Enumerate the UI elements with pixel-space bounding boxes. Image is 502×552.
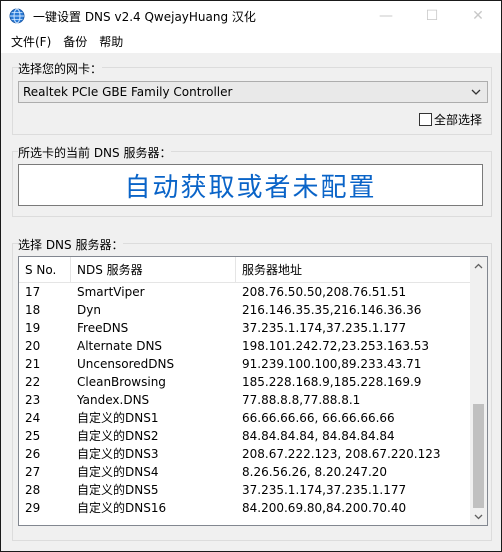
current-dns-display: 自动获取或者未配置 [18, 164, 483, 206]
list-scrollbar[interactable] [470, 257, 487, 525]
scroll-thumb[interactable] [473, 404, 484, 508]
nic-select[interactable]: Realtek PCIe GBE Family Controller [18, 81, 488, 103]
minimize-button[interactable]: — [363, 1, 409, 31]
row-sno: 17 [25, 285, 41, 299]
row-server: 自定义的DNS1 [77, 411, 159, 425]
list-rows: 17 SmartViper 208.76.50.50,208.76.51.51 18… [19, 283, 471, 517]
window-controls: — ☐ ✕ [363, 1, 501, 31]
row-sno: 21 [25, 357, 41, 371]
nic-group-label: 选择您的网卡： [18, 60, 103, 77]
table-row[interactable]: 24 自定义的DNS1 66.66.66.66, 66.66.66.66 [19, 409, 471, 427]
row-address: 37.235.1.174,37.235.1.177 [242, 321, 407, 335]
table-row[interactable]: 17 SmartViper 208.76.50.50,208.76.51.51 [19, 283, 471, 301]
chevron-down-icon [469, 85, 483, 99]
close-button[interactable]: ✕ [455, 1, 501, 31]
row-address: 84.200.69.80,84.200.70.40 [242, 501, 407, 515]
table-row[interactable]: 19 FreeDNS 37.235.1.174,37.235.1.177 [19, 319, 471, 337]
table-row[interactable]: 25 自定义的DNS2 84.84.84.84, 84.84.84.84 [19, 427, 471, 445]
table-row[interactable]: 21 UncensoredDNS 91.239.100.100,89.233.43.… [19, 355, 471, 373]
row-address: 208.67.222.123, 208.67.220.123 [242, 447, 441, 461]
dns-server-label: 选择 DNS 服务器： [18, 236, 124, 253]
maximize-button[interactable]: ☐ [409, 1, 455, 31]
scroll-up-icon[interactable] [470, 257, 487, 274]
row-address: 66.66.66.66, 66.66.66.66 [242, 411, 395, 425]
column-server[interactable]: NDS 服务器 [71, 257, 236, 283]
select-all-label: 全部选择 [434, 113, 483, 127]
row-address: 198.101.242.72,23.253.163.53 [242, 339, 430, 353]
row-server: SmartViper [77, 285, 145, 299]
row-sno: 26 [25, 447, 41, 461]
table-row[interactable]: 29 自定义的DNS16 84.200.69.80,84.200.70.40 [19, 499, 471, 517]
menu-file[interactable]: 文件(F) [5, 31, 57, 53]
row-server: Yandex.DNS [77, 393, 150, 407]
row-address: 84.84.84.84, 84.84.84.84 [242, 429, 395, 443]
row-sno: 19 [25, 321, 41, 335]
row-address: 77.88.8.8,77.88.8.1 [242, 393, 361, 407]
row-server: CleanBrowsing [77, 375, 166, 389]
dns-server-list[interactable]: S No. NDS 服务器 服务器地址 17 SmartViper 208.76.5… [18, 256, 488, 526]
table-row[interactable]: 23 Yandex.DNS 77.88.8.8,77.88.8.1 [19, 391, 471, 409]
scroll-down-icon[interactable] [470, 508, 487, 525]
table-row[interactable]: 22 CleanBrowsing 185.228.168.9,185.228.169… [19, 373, 471, 391]
row-address: 91.239.100.100,89.233.43.71 [242, 357, 422, 371]
row-server: Alternate DNS [77, 339, 163, 353]
table-row[interactable]: 18 Dyn 216.146.35.35,216.146.36.36 [19, 301, 471, 319]
column-address[interactable]: 服务器地址 [236, 257, 471, 283]
row-sno: 24 [25, 411, 41, 425]
row-address: 185.228.168.9,185.228.169.9 [242, 375, 422, 389]
current-dns-label: 所选卡的当前 DNS 服务器： [18, 144, 172, 161]
row-server: Dyn [77, 303, 101, 317]
nic-select-value: Realtek PCIe GBE Family Controller [23, 85, 233, 99]
row-server: 自定义的DNS4 [77, 465, 159, 479]
row-sno: 22 [25, 375, 41, 389]
row-address: 216.146.35.35,216.146.36.36 [242, 303, 422, 317]
row-sno: 23 [25, 393, 41, 407]
row-server: 自定义的DNS5 [77, 483, 159, 497]
table-row[interactable]: 27 自定义的DNS4 8.26.56.26, 8.20.247.20 [19, 463, 471, 481]
row-sno: 27 [25, 465, 41, 479]
checkbox-box[interactable] [419, 113, 432, 126]
table-row[interactable]: 26 自定义的DNS3 208.67.222.123, 208.67.220.123 [19, 445, 471, 463]
row-address: 37.235.1.174,37.235.1.177 [242, 483, 407, 497]
menu-backup[interactable]: 备份 [57, 31, 93, 53]
row-sno: 25 [25, 429, 41, 443]
row-server: 自定义的DNS2 [77, 429, 159, 443]
table-row[interactable]: 28 自定义的DNS5 37.235.1.174,37.235.1.177 [19, 481, 471, 499]
menu-help[interactable]: 帮助 [93, 31, 129, 53]
column-sno[interactable]: S No. [19, 257, 71, 283]
window-title: 一键设置 DNS v2.4 QwejayHuang 汉化 [33, 9, 256, 24]
row-server: FreeDNS [77, 321, 129, 335]
row-sno: 20 [25, 339, 41, 353]
row-address: 208.76.50.50,208.76.51.51 [242, 285, 407, 299]
app-globe-icon [9, 8, 25, 24]
row-address: 8.26.56.26, 8.20.247.20 [242, 465, 388, 479]
row-server: 自定义的DNS3 [77, 447, 159, 461]
table-row[interactable]: 20 Alternate DNS 198.101.242.72,23.253.163… [19, 337, 471, 355]
row-server: UncensoredDNS [77, 357, 175, 371]
list-header: S No. NDS 服务器 服务器地址 [19, 257, 471, 283]
row-server: 自定义的DNS16 [77, 501, 167, 515]
select-all-checkbox[interactable]: 全部选择 [419, 111, 482, 128]
menu-bar: 文件(F) 备份 帮助 [1, 31, 501, 53]
row-sno: 29 [25, 501, 41, 515]
app-window: 一键设置 DNS v2.4 QwejayHuang 汉化 — ☐ ✕ 文件(F)… [0, 0, 502, 552]
title-bar: 一键设置 DNS v2.4 QwejayHuang 汉化 — ☐ ✕ [1, 1, 501, 31]
row-sno: 18 [25, 303, 41, 317]
row-sno: 28 [25, 483, 41, 497]
